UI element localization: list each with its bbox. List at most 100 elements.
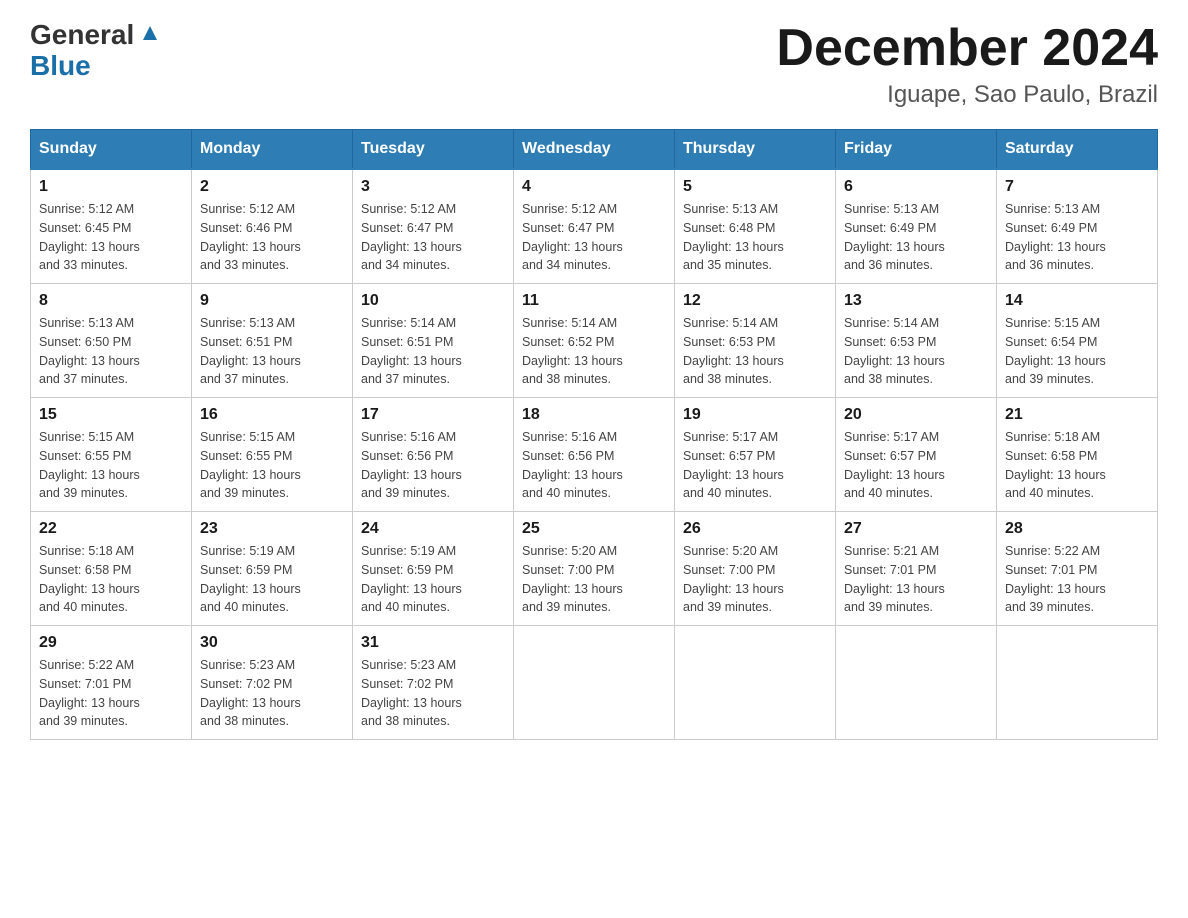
day-info: Sunrise: 5:18 AMSunset: 6:58 PMDaylight:… [1005, 430, 1106, 500]
day-number: 15 [39, 406, 183, 424]
table-row: 26Sunrise: 5:20 AMSunset: 7:00 PMDayligh… [675, 512, 836, 626]
table-row [675, 626, 836, 740]
logo-general: General [30, 20, 134, 51]
day-info: Sunrise: 5:16 AMSunset: 6:56 PMDaylight:… [361, 430, 462, 500]
day-info: Sunrise: 5:19 AMSunset: 6:59 PMDaylight:… [200, 544, 301, 614]
table-row: 20 Sunrise: 5:17 AMSunset: 6:57 PMDayligh… [836, 398, 997, 512]
day-number: 23 [200, 520, 344, 538]
table-row [514, 626, 675, 740]
day-info: Sunrise: 5:14 AMSunset: 6:53 PMDaylight:… [683, 316, 784, 386]
col-thursday: Thursday [675, 130, 836, 170]
day-info: Sunrise: 5:17 AMSunset: 6:57 PMDaylight:… [844, 430, 945, 500]
table-row: 15 Sunrise: 5:15 AMSunset: 6:55 PMDayligh… [31, 398, 192, 512]
day-info: Sunrise: 5:13 AMSunset: 6:49 PMDaylight:… [844, 202, 945, 272]
day-number: 10 [361, 292, 505, 310]
calendar-header: Sunday Monday Tuesday Wednesday Thursday… [31, 130, 1158, 170]
table-row: 11Sunrise: 5:14 AMSunset: 6:52 PMDayligh… [514, 284, 675, 398]
day-number: 5 [683, 178, 827, 196]
day-number: 11 [522, 292, 666, 310]
table-row: 13 Sunrise: 5:14 AMSunset: 6:53 PMDayligh… [836, 284, 997, 398]
day-number: 19 [683, 406, 827, 424]
day-number: 6 [844, 178, 988, 196]
day-info: Sunrise: 5:13 AMSunset: 6:50 PMDaylight:… [39, 316, 140, 386]
table-row: 16 Sunrise: 5:15 AMSunset: 6:55 PMDayligh… [192, 398, 353, 512]
day-number: 20 [844, 406, 988, 424]
table-row: 3 Sunrise: 5:12 AMSunset: 6:47 PMDaylight… [353, 169, 514, 284]
calendar-body: 1Sunrise: 5:12 AMSunset: 6:45 PMDaylight… [31, 169, 1158, 740]
table-row: 30 Sunrise: 5:23 AMSunset: 7:02 PMDayligh… [192, 626, 353, 740]
logo-blue: Blue [30, 50, 91, 81]
col-wednesday: Wednesday [514, 130, 675, 170]
day-number: 1 [39, 178, 183, 196]
col-monday: Monday [192, 130, 353, 170]
day-number: 2 [200, 178, 344, 196]
day-info: Sunrise: 5:20 AMSunset: 7:00 PMDaylight:… [522, 544, 623, 614]
day-info: Sunrise: 5:13 AMSunset: 6:48 PMDaylight:… [683, 202, 784, 272]
day-info: Sunrise: 5:12 AMSunset: 6:47 PMDaylight:… [522, 202, 623, 272]
month-year-title: December 2024 [776, 20, 1158, 77]
table-row: 12Sunrise: 5:14 AMSunset: 6:53 PMDayligh… [675, 284, 836, 398]
col-sunday: Sunday [31, 130, 192, 170]
day-info: Sunrise: 5:13 AMSunset: 6:51 PMDaylight:… [200, 316, 301, 386]
table-row: 17 Sunrise: 5:16 AMSunset: 6:56 PMDayligh… [353, 398, 514, 512]
table-row: 8 Sunrise: 5:13 AMSunset: 6:50 PMDaylight… [31, 284, 192, 398]
col-friday: Friday [836, 130, 997, 170]
table-row: 25 Sunrise: 5:20 AMSunset: 7:00 PMDayligh… [514, 512, 675, 626]
title-area: December 2024 Iguape, Sao Paulo, Brazil [776, 20, 1158, 109]
logo-triangle-icon [139, 20, 161, 51]
calendar-table: Sunday Monday Tuesday Wednesday Thursday… [30, 129, 1158, 740]
table-row: 19 Sunrise: 5:17 AMSunset: 6:57 PMDayligh… [675, 398, 836, 512]
day-info: Sunrise: 5:15 AMSunset: 6:55 PMDaylight:… [200, 430, 301, 500]
day-number: 29 [39, 634, 183, 652]
day-number: 4 [522, 178, 666, 196]
day-info: Sunrise: 5:17 AMSunset: 6:57 PMDaylight:… [683, 430, 784, 500]
table-row: 31Sunrise: 5:23 AMSunset: 7:02 PMDayligh… [353, 626, 514, 740]
logo: General Blue [30, 20, 161, 82]
table-row: 4 Sunrise: 5:12 AMSunset: 6:47 PMDaylight… [514, 169, 675, 284]
day-number: 9 [200, 292, 344, 310]
day-number: 24 [361, 520, 505, 538]
day-info: Sunrise: 5:12 AMSunset: 6:47 PMDaylight:… [361, 202, 462, 272]
day-number: 31 [361, 634, 505, 652]
day-number: 27 [844, 520, 988, 538]
day-info: Sunrise: 5:14 AMSunset: 6:53 PMDaylight:… [844, 316, 945, 386]
day-info: Sunrise: 5:22 AMSunset: 7:01 PMDaylight:… [39, 658, 140, 728]
col-tuesday: Tuesday [353, 130, 514, 170]
day-number: 30 [200, 634, 344, 652]
day-number: 17 [361, 406, 505, 424]
table-row: 23 Sunrise: 5:19 AMSunset: 6:59 PMDayligh… [192, 512, 353, 626]
day-info: Sunrise: 5:23 AMSunset: 7:02 PMDaylight:… [200, 658, 301, 728]
day-info: Sunrise: 5:19 AMSunset: 6:59 PMDaylight:… [361, 544, 462, 614]
table-row: 24 Sunrise: 5:19 AMSunset: 6:59 PMDayligh… [353, 512, 514, 626]
day-number: 13 [844, 292, 988, 310]
col-saturday: Saturday [997, 130, 1158, 170]
day-number: 21 [1005, 406, 1149, 424]
table-row: 27 Sunrise: 5:21 AMSunset: 7:01 PMDayligh… [836, 512, 997, 626]
day-info: Sunrise: 5:13 AMSunset: 6:49 PMDaylight:… [1005, 202, 1106, 272]
table-row: 6 Sunrise: 5:13 AMSunset: 6:49 PMDaylight… [836, 169, 997, 284]
table-row: 10 Sunrise: 5:14 AMSunset: 6:51 PMDayligh… [353, 284, 514, 398]
day-number: 26 [683, 520, 827, 538]
day-info: Sunrise: 5:14 AMSunset: 6:51 PMDaylight:… [361, 316, 462, 386]
day-info: Sunrise: 5:21 AMSunset: 7:01 PMDaylight:… [844, 544, 945, 614]
day-number: 14 [1005, 292, 1149, 310]
table-row [836, 626, 997, 740]
header-area: General Blue December 2024 Iguape, Sao P… [30, 20, 1158, 109]
table-row: 21 Sunrise: 5:18 AMSunset: 6:58 PMDayligh… [997, 398, 1158, 512]
day-info: Sunrise: 5:15 AMSunset: 6:54 PMDaylight:… [1005, 316, 1106, 386]
table-row [997, 626, 1158, 740]
day-number: 8 [39, 292, 183, 310]
table-row: 9 Sunrise: 5:13 AMSunset: 6:51 PMDaylight… [192, 284, 353, 398]
table-row: 5 Sunrise: 5:13 AMSunset: 6:48 PMDaylight… [675, 169, 836, 284]
day-number: 3 [361, 178, 505, 196]
table-row: 7 Sunrise: 5:13 AMSunset: 6:49 PMDaylight… [997, 169, 1158, 284]
day-number: 7 [1005, 178, 1149, 196]
day-info: Sunrise: 5:15 AMSunset: 6:55 PMDaylight:… [39, 430, 140, 500]
table-row: 2 Sunrise: 5:12 AMSunset: 6:46 PMDaylight… [192, 169, 353, 284]
day-number: 22 [39, 520, 183, 538]
day-number: 25 [522, 520, 666, 538]
day-info: Sunrise: 5:16 AMSunset: 6:56 PMDaylight:… [522, 430, 623, 500]
table-row: 22Sunrise: 5:18 AMSunset: 6:58 PMDayligh… [31, 512, 192, 626]
day-info: Sunrise: 5:12 AMSunset: 6:46 PMDaylight:… [200, 202, 301, 272]
day-number: 16 [200, 406, 344, 424]
